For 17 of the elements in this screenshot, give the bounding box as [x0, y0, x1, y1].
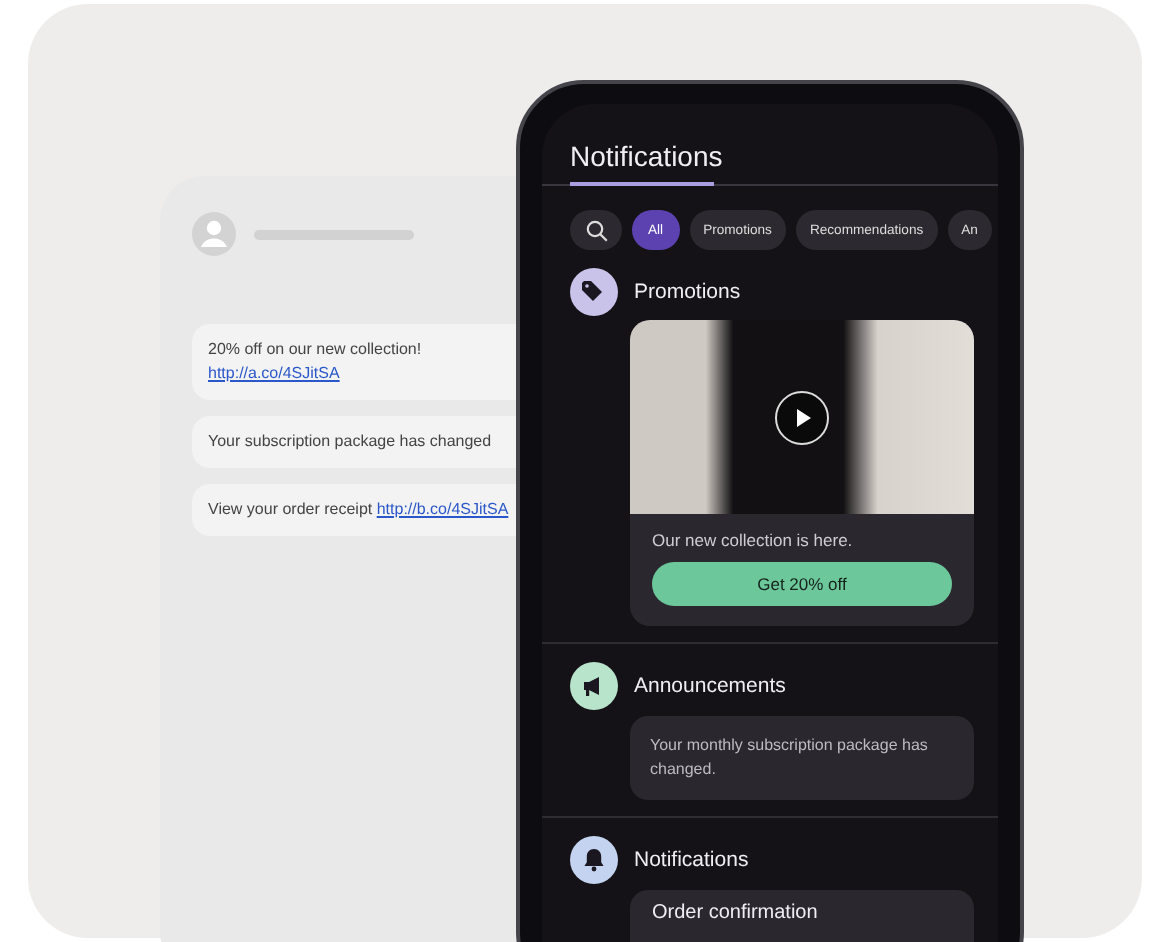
message-text: 20% off on our new collection! http://a.co/4SJitSA — [208, 338, 424, 386]
message-text: View your order receipt http://b.co/4SJitSA — [208, 498, 511, 522]
avatar-icon — [192, 212, 236, 256]
section-title: Announcements — [634, 674, 786, 698]
announcement-text: Your monthly subscription package has changed. — [630, 716, 974, 800]
message-link[interactable]: http://a.co/4SJitSA — [208, 364, 340, 382]
play-button[interactable] — [774, 389, 830, 445]
search-button[interactable] — [570, 210, 622, 250]
notification-title: Order confirmation — [630, 890, 974, 942]
section-title: Promotions — [634, 280, 741, 304]
message-link[interactable]: http://b.co/4SJitSA — [376, 500, 509, 518]
message-text: Your subscription package has changed — [208, 430, 494, 454]
promo-text: Our new collection is here. — [650, 528, 855, 554]
screen-title: Notifications — [568, 138, 725, 172]
search-icon — [585, 219, 607, 241]
offer-button[interactable]: Get 20% off — [652, 562, 952, 606]
section-title: Notifications — [634, 848, 749, 872]
